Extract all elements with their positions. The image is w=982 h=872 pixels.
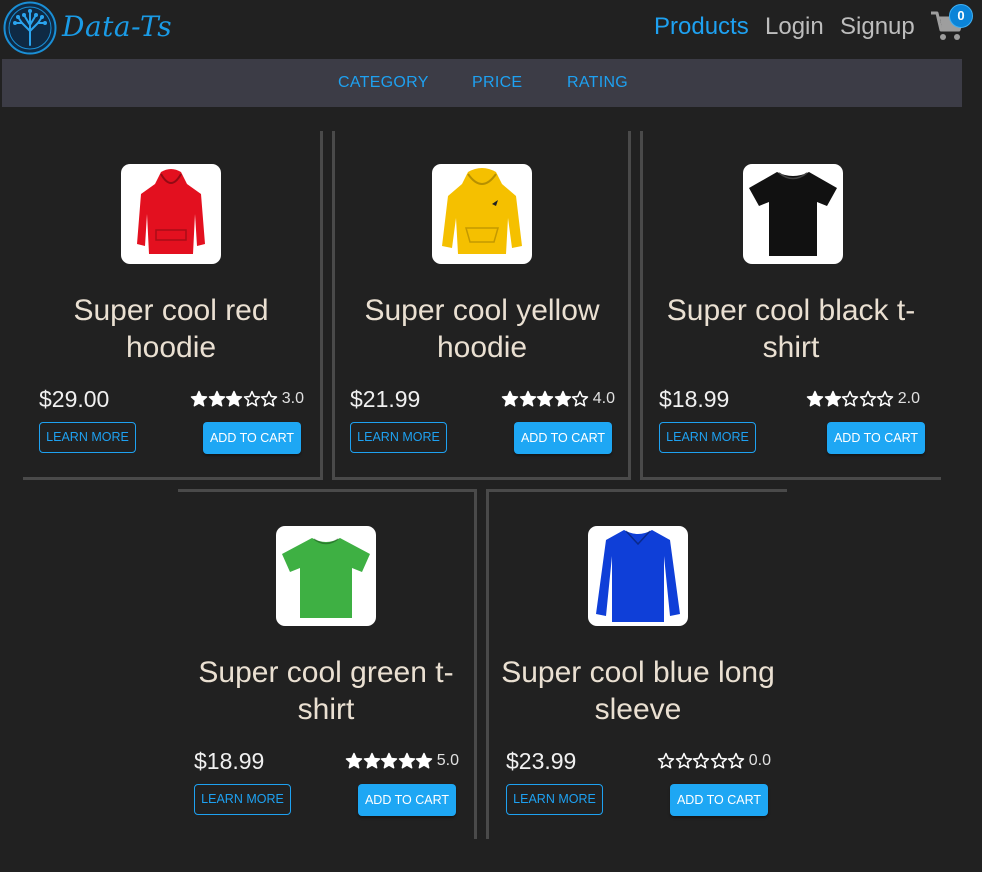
product-rating: 5.0 <box>345 752 459 770</box>
product-price: $18.99 <box>194 748 265 774</box>
rating-stars <box>190 390 278 408</box>
star-filled-icon <box>226 390 243 407</box>
card-divider <box>640 131 643 479</box>
add-to-cart-button[interactable]: ADD TO CART <box>203 422 301 454</box>
star-filled-icon <box>807 390 824 407</box>
star-empty-icon <box>675 752 692 769</box>
product-title[interactable]: Super cool yellow hoodie <box>337 292 627 366</box>
rating-stars <box>501 390 589 408</box>
product-title[interactable]: Super cool blue long sleeve <box>493 654 783 728</box>
product-price: $23.99 <box>506 748 577 774</box>
hoodie-icon <box>442 168 522 254</box>
nav-products-link[interactable]: Products <box>654 13 749 41</box>
star-empty-icon <box>710 752 727 769</box>
product-card: Super cool yellow hoodie $21.99 4.0 LEAR… <box>337 164 627 504</box>
product-card: Super cool black t-shirt $18.99 2.0 LEAR… <box>646 164 936 504</box>
star-filled-icon <box>416 752 433 769</box>
product-price: $21.99 <box>350 386 421 412</box>
star-empty-icon <box>261 390 278 407</box>
star-empty-icon <box>877 390 894 407</box>
rating-stars <box>657 752 745 770</box>
learn-more-button[interactable]: LEARN MORE <box>659 422 756 453</box>
card-divider <box>486 489 489 839</box>
product-image[interactable] <box>276 526 376 626</box>
rating-value: 4.0 <box>592 390 615 407</box>
add-to-cart-button[interactable]: ADD TO CART <box>358 784 456 816</box>
star-empty-icon <box>572 390 589 407</box>
learn-more-button[interactable]: LEARN MORE <box>39 422 136 453</box>
nav-login-link[interactable]: Login <box>765 13 824 41</box>
star-empty-icon <box>728 752 745 769</box>
rating-value: 0.0 <box>748 752 771 769</box>
filter-price-tab[interactable]: PRICE <box>472 74 522 92</box>
product-price: $29.00 <box>39 386 110 412</box>
product-price: $18.99 <box>659 386 730 412</box>
star-filled-icon <box>502 390 519 407</box>
star-filled-icon <box>381 752 398 769</box>
rating-stars <box>345 752 433 770</box>
filter-category-tab[interactable]: CATEGORY <box>338 74 429 92</box>
star-filled-icon <box>554 390 571 407</box>
product-rating: 2.0 <box>806 390 920 408</box>
card-divider <box>332 131 335 479</box>
add-to-cart-button[interactable]: ADD TO CART <box>514 422 612 454</box>
product-image[interactable] <box>432 164 532 264</box>
star-filled-icon <box>208 390 225 407</box>
star-empty-icon <box>693 752 710 769</box>
add-to-cart-button[interactable]: ADD TO CART <box>827 422 925 454</box>
product-image[interactable] <box>743 164 843 264</box>
brand-name[interactable]: Data-Ts <box>62 10 172 43</box>
add-to-cart-button[interactable]: ADD TO CART <box>670 784 768 816</box>
filter-rating-tab[interactable]: RATING <box>567 74 628 92</box>
star-filled-icon <box>537 390 554 407</box>
rating-value: 2.0 <box>897 390 920 407</box>
learn-more-button[interactable]: LEARN MORE <box>350 422 447 453</box>
hoodie-icon <box>137 169 205 254</box>
tshirt-icon <box>282 538 370 618</box>
rating-stars <box>806 390 894 408</box>
filter-bar: CATEGORY PRICE RATING <box>2 59 962 107</box>
product-rating: 0.0 <box>657 752 771 770</box>
product-card: Super cool red hoodie $29.00 3.0 LEARN M… <box>26 164 316 504</box>
star-empty-icon <box>658 752 675 769</box>
star-empty-icon <box>243 390 260 407</box>
product-title[interactable]: Super cool black t-shirt <box>646 292 936 366</box>
long-sleeve-icon <box>596 530 680 622</box>
star-filled-icon <box>363 752 380 769</box>
product-title[interactable]: Super cool green t-shirt <box>181 654 471 728</box>
top-navbar: Data-Ts Products Login Signup 0 <box>0 0 982 56</box>
product-card: Super cool blue long sleeve $23.99 0.0 L… <box>493 526 783 866</box>
rating-value: 3.0 <box>281 390 304 407</box>
star-empty-icon <box>842 390 859 407</box>
cart-count-badge: 0 <box>949 4 973 28</box>
product-title[interactable]: Super cool red hoodie <box>26 292 316 366</box>
card-divider <box>628 131 631 479</box>
product-image[interactable] <box>588 526 688 626</box>
card-divider <box>320 131 323 479</box>
tree-logo-icon[interactable] <box>3 1 57 55</box>
star-filled-icon <box>519 390 536 407</box>
product-rating: 3.0 <box>190 390 304 408</box>
card-divider <box>474 489 477 839</box>
learn-more-button[interactable]: LEARN MORE <box>506 784 603 815</box>
star-empty-icon <box>859 390 876 407</box>
star-filled-icon <box>824 390 841 407</box>
nav-signup-link[interactable]: Signup <box>840 13 915 41</box>
product-rating: 4.0 <box>501 390 615 408</box>
learn-more-button[interactable]: LEARN MORE <box>194 784 291 815</box>
star-filled-icon <box>346 752 363 769</box>
tshirt-icon <box>749 172 837 256</box>
rating-value: 5.0 <box>436 752 459 769</box>
product-image[interactable] <box>121 164 221 264</box>
product-card: Super cool green t-shirt $18.99 5.0 LEAR… <box>181 526 471 866</box>
star-filled-icon <box>191 390 208 407</box>
star-filled-icon <box>398 752 415 769</box>
